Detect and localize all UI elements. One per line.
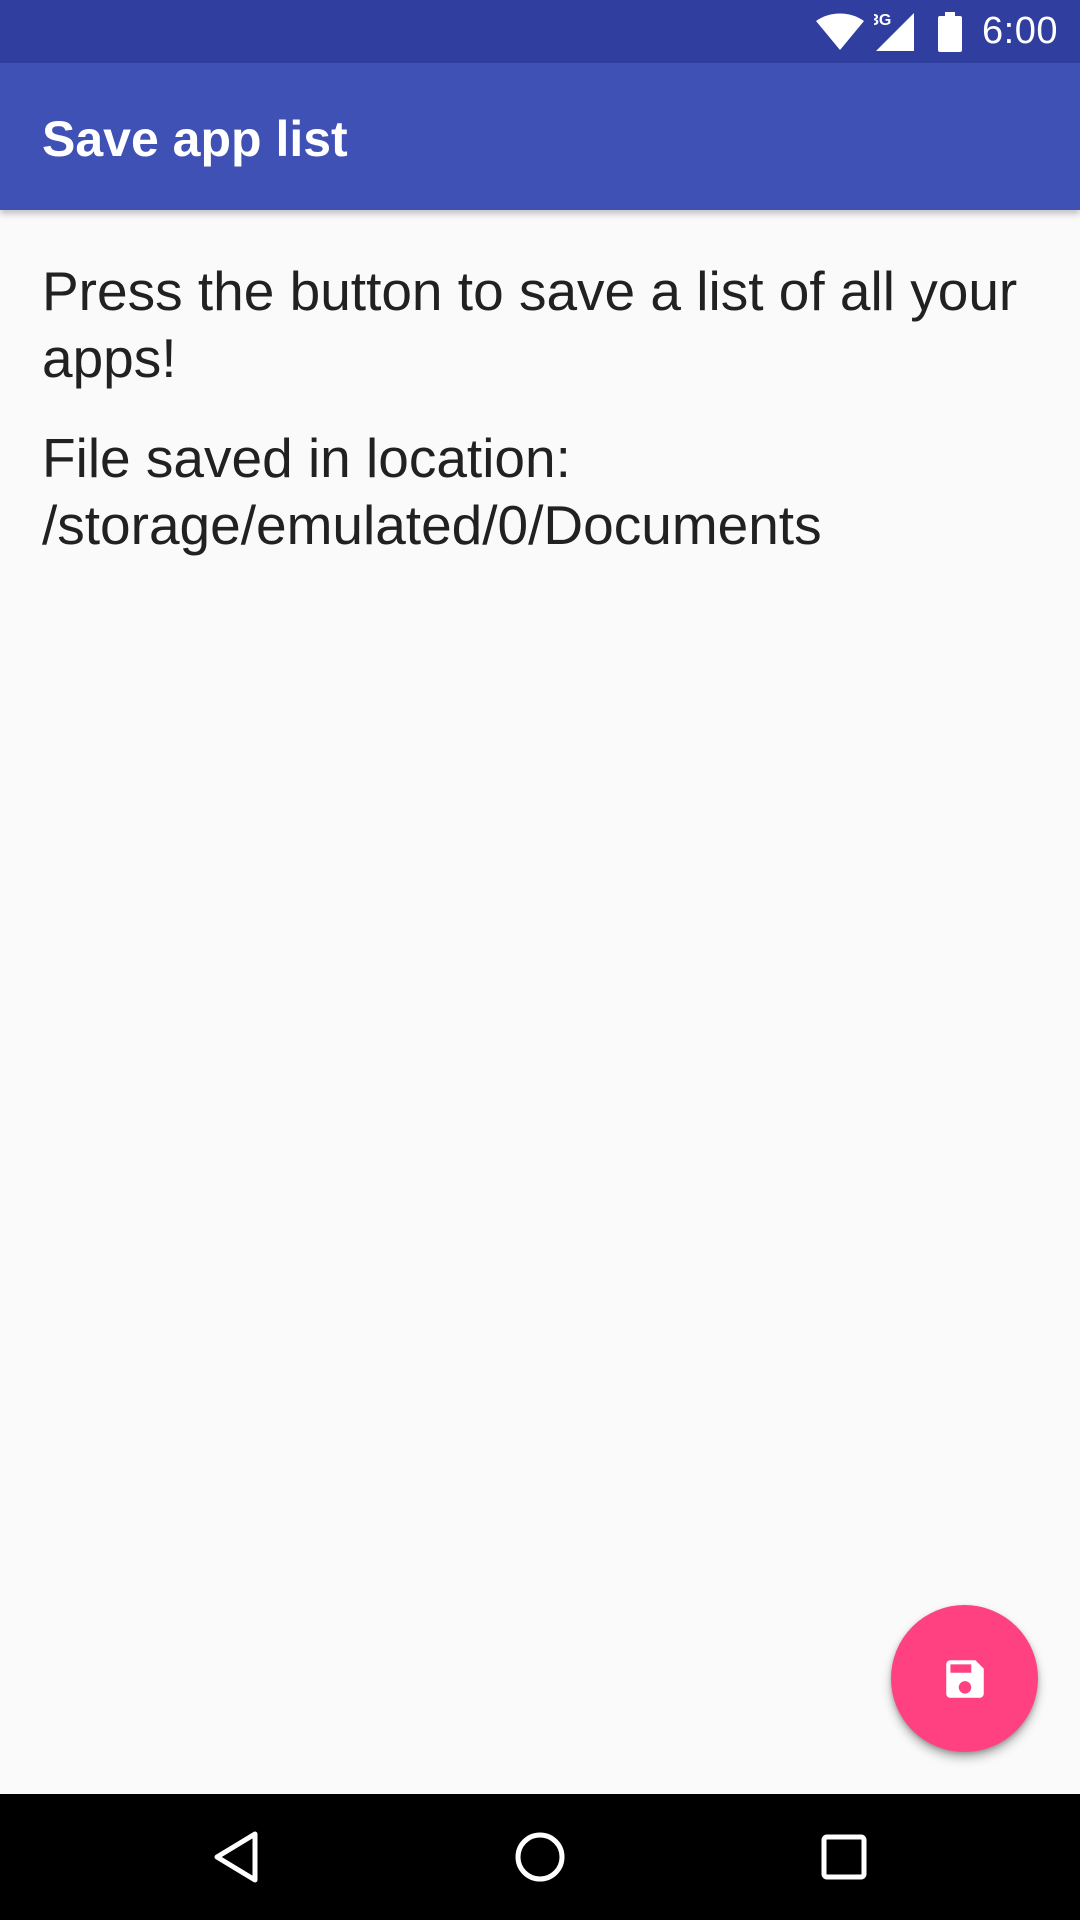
back-icon: [214, 1831, 258, 1883]
status-bar: 3G 6:00: [0, 0, 1080, 63]
save-icon: [945, 1659, 984, 1698]
wifi-icon: [816, 13, 865, 51]
save-list-fab[interactable]: [891, 1605, 1038, 1752]
battery-icon: [938, 11, 963, 52]
save-location-text: File saved in location: /storage/emulate…: [42, 427, 822, 556]
app-title: Save app list: [42, 111, 348, 167]
status-clock: 6:00: [982, 10, 1058, 52]
back-button[interactable]: [156, 1794, 316, 1920]
app-bar: Save app list: [0, 63, 1080, 210]
recents-button[interactable]: [764, 1794, 924, 1920]
recents-icon: [821, 1834, 867, 1880]
status-icons: 3G 6:00: [816, 0, 1058, 63]
instruction-text: Press the button to save a list of all y…: [42, 260, 1018, 389]
system-nav-bar: [0, 1794, 1080, 1920]
main-content: Press the button to save a list of all y…: [42, 258, 1042, 592]
home-icon: [515, 1832, 565, 1882]
home-button[interactable]: [460, 1794, 620, 1920]
network-type-label: 3G: [874, 12, 891, 29]
signal-icon: 3G: [874, 11, 916, 53]
